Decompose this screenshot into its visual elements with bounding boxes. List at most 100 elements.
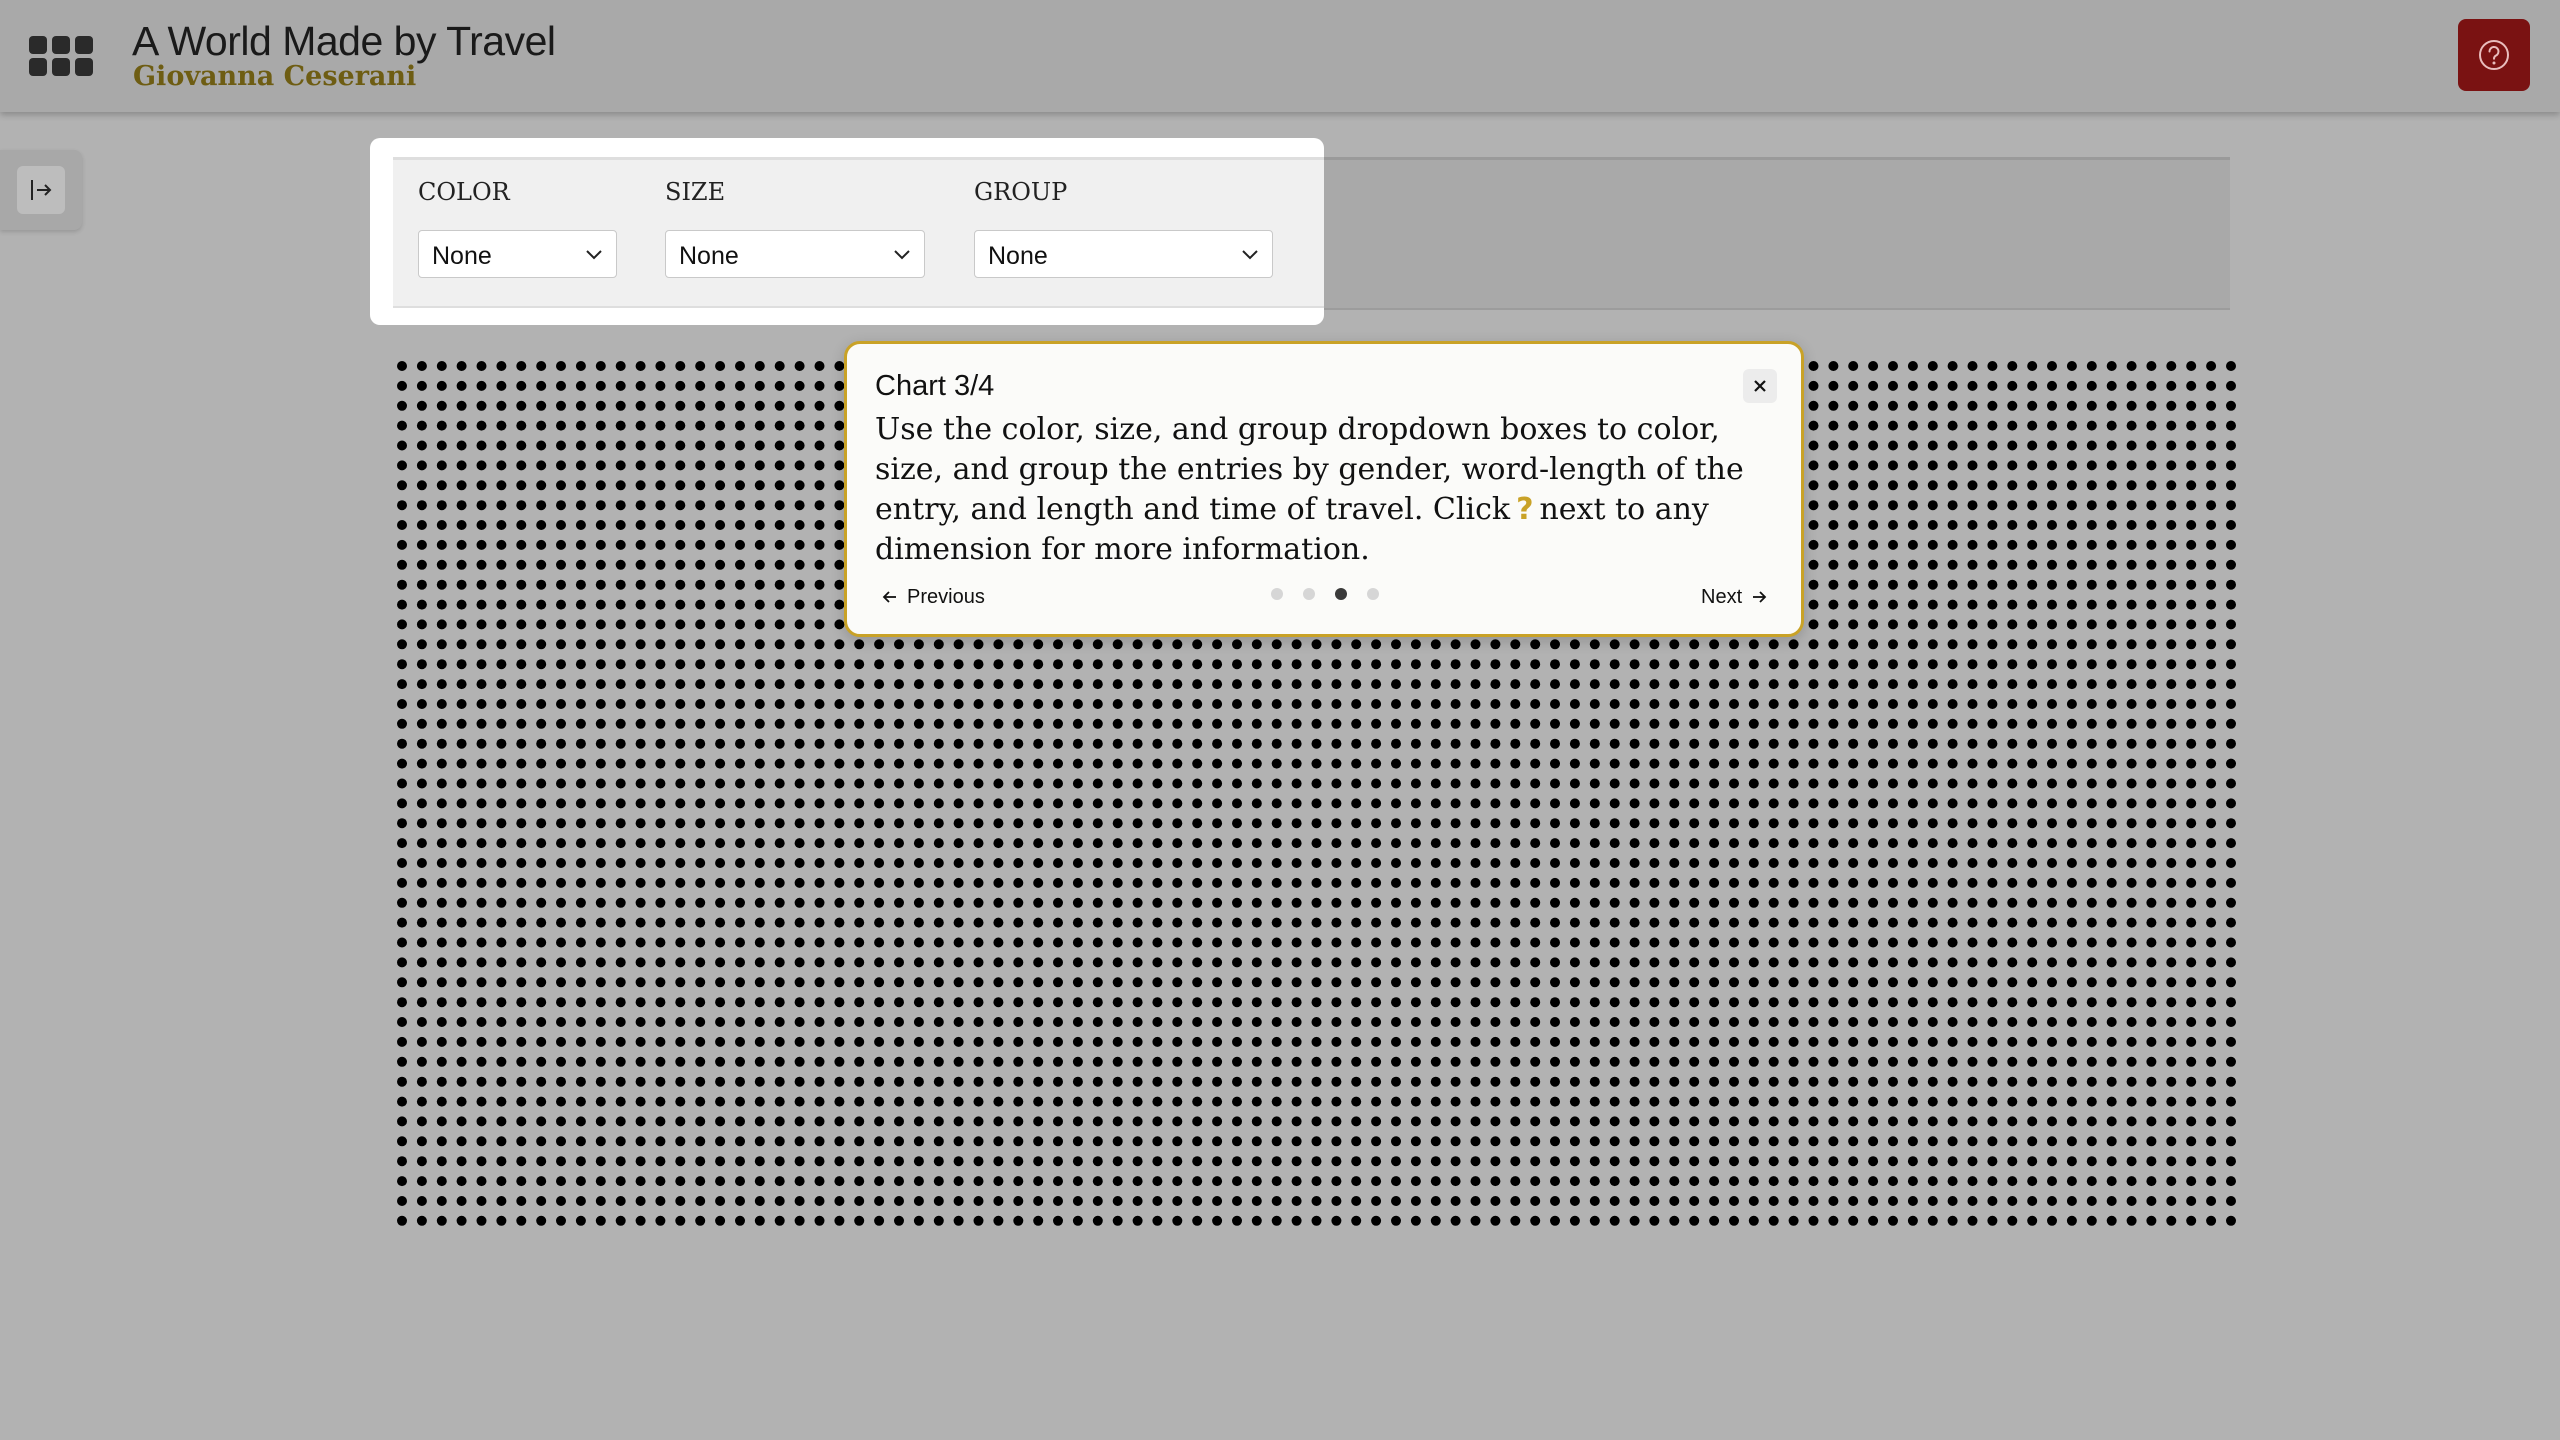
entry-dot[interactable] xyxy=(2186,400,2197,411)
entry-dot[interactable] xyxy=(1609,1017,1620,1027)
entry-dot[interactable] xyxy=(456,659,467,670)
entry-dot[interactable] xyxy=(1689,1076,1700,1087)
entry-dot[interactable] xyxy=(1808,738,1819,749)
entry-dot[interactable] xyxy=(2047,1136,2057,1147)
entry-dot[interactable] xyxy=(2047,798,2057,809)
entry-dot[interactable] xyxy=(1072,897,1083,908)
entry-dot[interactable] xyxy=(695,778,706,789)
entry-dot[interactable] xyxy=(2146,599,2157,610)
entry-dot[interactable] xyxy=(1589,1096,1600,1107)
entry-dot[interactable] xyxy=(1907,997,1918,1008)
entry-dot[interactable] xyxy=(2186,957,2197,968)
entry-dot[interactable] xyxy=(1649,659,1660,670)
entry-dot[interactable] xyxy=(735,858,745,868)
entry-dot[interactable] xyxy=(1569,1215,1580,1226)
entry-dot[interactable] xyxy=(794,1056,805,1067)
entry-dot[interactable] xyxy=(1609,718,1620,729)
entry-dot[interactable] xyxy=(1927,460,1938,471)
entry-dot[interactable] xyxy=(595,818,606,829)
entry-dot[interactable] xyxy=(2086,858,2097,868)
entry-dot[interactable] xyxy=(774,977,785,988)
entry-dot[interactable] xyxy=(1947,1056,1958,1067)
entry-dot[interactable] xyxy=(1907,1176,1918,1187)
entry-dot[interactable] xyxy=(1072,838,1083,849)
entry-dot[interactable] xyxy=(2047,977,2057,988)
entry-dot[interactable] xyxy=(715,977,726,988)
entry-dot[interactable] xyxy=(416,619,427,630)
entry-dot[interactable] xyxy=(1212,917,1223,928)
entry-dot[interactable] xyxy=(1410,1036,1421,1047)
entry-dot[interactable] xyxy=(1888,858,1898,868)
entry-dot[interactable] xyxy=(1013,1096,1024,1107)
entry-dot[interactable] xyxy=(1013,1215,1024,1226)
entry-dot[interactable] xyxy=(973,1096,984,1107)
entry-dot[interactable] xyxy=(2126,838,2137,849)
entry-dot[interactable] xyxy=(1569,917,1580,928)
entry-dot[interactable] xyxy=(1132,1096,1143,1107)
entry-dot[interactable] xyxy=(715,997,726,1008)
entry-dot[interactable] xyxy=(794,380,805,391)
entry-dot[interactable] xyxy=(973,1196,984,1206)
entry-dot[interactable] xyxy=(754,838,765,849)
entry-dot[interactable] xyxy=(575,1076,586,1087)
entry-dot[interactable] xyxy=(2086,599,2097,610)
entry-dot[interactable] xyxy=(1967,1017,1978,1027)
entry-dot[interactable] xyxy=(1530,1056,1541,1067)
entry-dot[interactable] xyxy=(1152,659,1163,670)
entry-dot[interactable] xyxy=(2126,361,2137,371)
entry-dot[interactable] xyxy=(635,738,646,749)
entry-dot[interactable] xyxy=(2126,1136,2137,1147)
entry-dot[interactable] xyxy=(794,1136,805,1147)
entry-dot[interactable] xyxy=(1947,897,1958,908)
entry-dot[interactable] xyxy=(1311,977,1322,988)
entry-dot[interactable] xyxy=(1828,520,1839,530)
entry-dot[interactable] xyxy=(655,738,666,749)
entry-dot[interactable] xyxy=(2126,420,2137,431)
entry-dot[interactable] xyxy=(476,599,487,610)
entry-dot[interactable] xyxy=(1828,838,1839,849)
entry-dot[interactable] xyxy=(496,1116,507,1127)
entry-dot[interactable] xyxy=(2066,718,2077,729)
entry-dot[interactable] xyxy=(1987,1036,1998,1047)
entry-dot[interactable] xyxy=(416,957,427,968)
entry-dot[interactable] xyxy=(1291,1196,1302,1206)
entry-dot[interactable] xyxy=(2027,679,2038,690)
entry-dot[interactable] xyxy=(1808,818,1819,829)
entry-dot[interactable] xyxy=(2126,480,2137,491)
entry-dot[interactable] xyxy=(1152,1036,1163,1047)
entry-dot[interactable] xyxy=(1470,699,1481,709)
entry-dot[interactable] xyxy=(1212,858,1223,868)
entry-dot[interactable] xyxy=(2206,579,2217,590)
entry-dot[interactable] xyxy=(1987,1156,1998,1167)
entry-dot[interactable] xyxy=(595,1076,606,1087)
entry-dot[interactable] xyxy=(854,639,865,650)
entry-dot[interactable] xyxy=(1053,997,1063,1008)
entry-dot[interactable] xyxy=(1490,937,1501,948)
entry-dot[interactable] xyxy=(655,1096,666,1107)
entry-dot[interactable] xyxy=(1808,539,1819,550)
entry-dot[interactable] xyxy=(456,917,467,928)
entry-dot[interactable] xyxy=(1212,1116,1223,1127)
entry-dot[interactable] xyxy=(496,539,507,550)
entry-dot[interactable] xyxy=(635,877,646,888)
entry-dot[interactable] xyxy=(2086,1036,2097,1047)
entry-dot[interactable] xyxy=(1271,1176,1282,1187)
entry-dot[interactable] xyxy=(476,838,487,849)
entry-dot[interactable] xyxy=(834,778,845,789)
entry-dot[interactable] xyxy=(416,1056,427,1067)
entry-dot[interactable] xyxy=(794,1116,805,1127)
entry-dot[interactable] xyxy=(2146,420,2157,431)
entry-dot[interactable] xyxy=(436,679,447,690)
entry-dot[interactable] xyxy=(1907,758,1918,769)
entry-dot[interactable] xyxy=(416,659,427,670)
entry-dot[interactable] xyxy=(735,380,745,391)
entry-dot[interactable] xyxy=(1251,659,1262,670)
entry-dot[interactable] xyxy=(1768,917,1779,928)
entry-dot[interactable] xyxy=(1132,858,1143,868)
entry-dot[interactable] xyxy=(1709,1196,1720,1206)
entry-dot[interactable] xyxy=(516,1196,527,1206)
entry-dot[interactable] xyxy=(1768,818,1779,829)
entry-dot[interactable] xyxy=(1291,997,1302,1008)
entry-dot[interactable] xyxy=(1768,937,1779,948)
entry-dot[interactable] xyxy=(1212,679,1223,690)
